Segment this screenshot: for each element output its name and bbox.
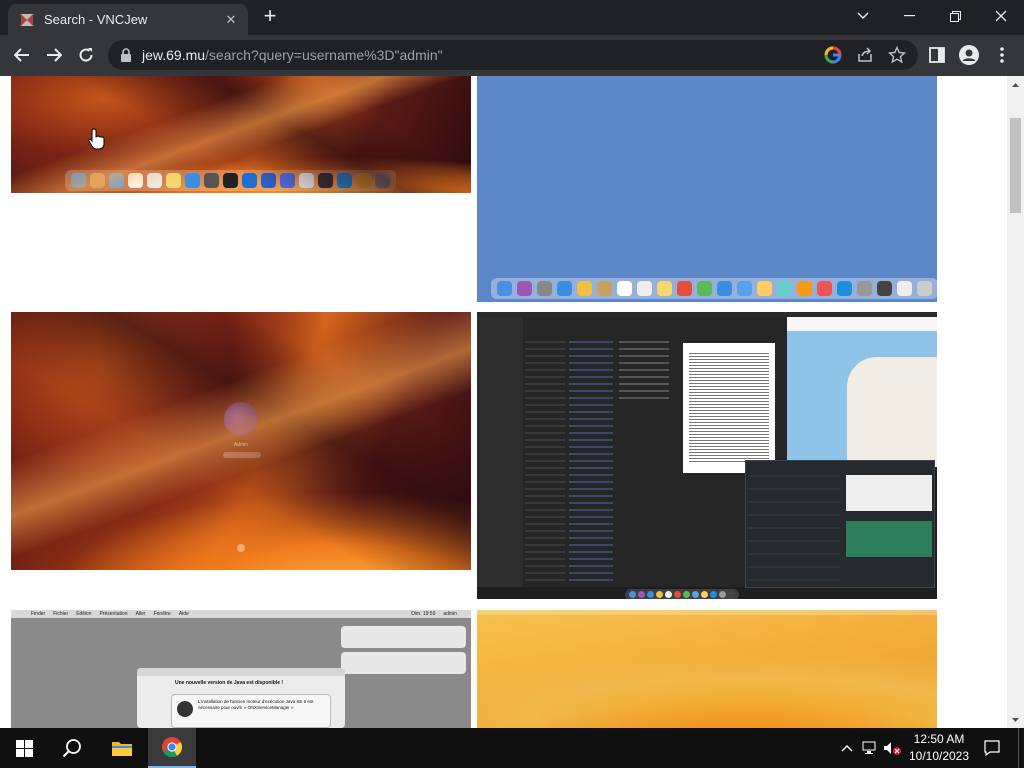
scroll-down-icon[interactable] xyxy=(1007,711,1024,728)
power-icon xyxy=(237,544,245,552)
tab-active[interactable]: Search - VNCJew ✕ xyxy=(8,4,248,35)
java-dialog-title: Une nouvelle version de Java est disponi… xyxy=(175,680,284,686)
address-bar[interactable]: jew.69.mu/search?query=username%3D"admin… xyxy=(108,40,918,70)
windows-taskbar: 12:50 AM 10/10/2023 xyxy=(0,728,1024,768)
macos-dock xyxy=(625,589,739,599)
macos-menubar: Finder Fichier Édition Présentation Alle… xyxy=(11,610,471,618)
url-host: jew.69.mu xyxy=(142,47,206,63)
tab-strip: Search - VNCJew ✕ + xyxy=(0,0,1024,35)
tab-search-chevron-down-icon[interactable] xyxy=(840,0,886,32)
tab-title: Search - VNCJew xyxy=(44,12,148,27)
reload-icon[interactable] xyxy=(71,40,101,70)
network-icon[interactable] xyxy=(860,728,880,768)
forward-arrow-icon[interactable] xyxy=(39,40,69,70)
page-scrollbar[interactable] xyxy=(1007,76,1024,728)
close-window-icon[interactable] xyxy=(978,0,1024,32)
menu-clock: Dim. 19:59 xyxy=(411,611,436,617)
restore-icon[interactable] xyxy=(932,0,978,32)
tab-close-icon[interactable]: ✕ xyxy=(222,11,240,29)
finder-window xyxy=(477,317,787,587)
lock-icon[interactable] xyxy=(120,48,132,62)
menu-edition: Édition xyxy=(76,611,92,617)
result-screenshot-3[interactable]: Admin xyxy=(11,312,471,570)
menu-presentation: Présentation xyxy=(99,611,128,617)
taskbar-clock[interactable]: 12:50 AM 10/10/2023 xyxy=(902,731,976,765)
map-window xyxy=(787,317,937,467)
scroll-thumb[interactable] xyxy=(1010,118,1021,213)
result-screenshot-6[interactable] xyxy=(477,610,937,728)
side-panel-icon[interactable] xyxy=(922,40,952,70)
clock-date: 10/10/2023 xyxy=(908,749,970,763)
notification-1 xyxy=(341,626,466,648)
menu-aller: Aller xyxy=(135,611,146,617)
user-avatar xyxy=(224,402,258,436)
menu-finder: Finder xyxy=(31,611,46,617)
url-path: /search?query=username%3D"admin" xyxy=(205,47,443,63)
menu-aide: Aide xyxy=(178,611,189,617)
macos-dock xyxy=(65,170,396,191)
search-icon[interactable] xyxy=(48,728,96,768)
clock-time: 12:50 AM xyxy=(913,732,965,746)
scroll-up-icon[interactable] xyxy=(1007,76,1024,93)
result-screenshot-2[interactable] xyxy=(477,76,937,302)
chevron-up-icon[interactable] xyxy=(838,728,856,768)
share-icon[interactable] xyxy=(856,46,874,64)
notifications-icon[interactable] xyxy=(980,728,1004,768)
menu-kebab-icon[interactable] xyxy=(987,40,1017,70)
macos-dock xyxy=(491,278,937,299)
login-username: Admin xyxy=(233,442,249,448)
hand-cursor-icon xyxy=(88,128,105,150)
windows-start-icon[interactable] xyxy=(0,728,48,768)
chat-window xyxy=(745,460,935,588)
menu-user: admin xyxy=(443,611,457,617)
java-dialog-body: L'installation de l'ancien moteur d'exéc… xyxy=(198,699,314,710)
file-explorer-icon[interactable] xyxy=(98,728,146,768)
show-desktop-button[interactable] xyxy=(1018,728,1024,768)
notification-2 xyxy=(341,652,466,674)
menu-fenetre: Fenêtre xyxy=(153,611,171,617)
chrome-icon[interactable] xyxy=(148,728,196,768)
volume-muted-icon[interactable] xyxy=(882,728,902,768)
browser-toolbar: jew.69.mu/search?query=username%3D"admin… xyxy=(0,35,1024,76)
new-tab-button[interactable]: + xyxy=(259,5,281,28)
page-viewport: Admin Finder Fichier Édition Présentatio… xyxy=(0,76,1007,728)
menu-fichier: Fichier xyxy=(53,611,69,617)
profile-avatar-icon[interactable] xyxy=(954,40,984,70)
bookmark-star-icon[interactable] xyxy=(888,46,906,64)
site-favicon-icon xyxy=(18,11,36,29)
back-arrow-icon[interactable] xyxy=(7,40,37,70)
password-field xyxy=(223,452,261,458)
result-screenshot-5[interactable]: Finder Fichier Édition Présentation Alle… xyxy=(11,610,471,728)
google-lens-icon[interactable] xyxy=(824,46,842,64)
result-screenshot-4[interactable] xyxy=(477,312,937,599)
minimize-icon[interactable] xyxy=(886,0,932,32)
java-dialog-front: L'installation de l'ancien moteur d'exéc… xyxy=(171,694,331,728)
result-screenshot-1[interactable] xyxy=(11,76,471,193)
